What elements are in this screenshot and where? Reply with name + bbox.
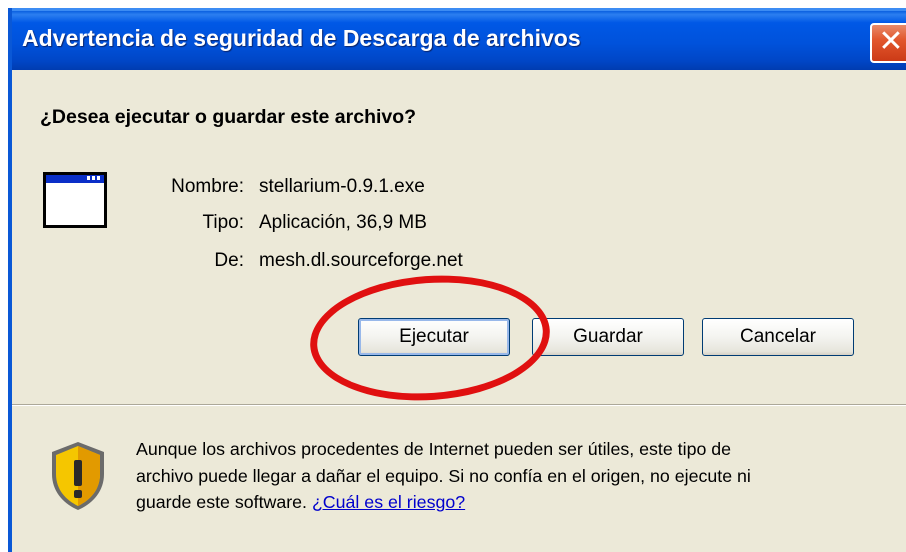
warning-section: Aunque los archivos procedentes de Inter…	[12, 406, 906, 552]
close-button[interactable]: ✕	[870, 23, 906, 63]
run-button[interactable]: Ejecutar	[358, 318, 510, 356]
security-shield-icon	[52, 442, 104, 510]
close-icon: ✕	[878, 24, 904, 59]
download-security-dialog: Advertencia de seguridad de Descarga de …	[8, 8, 906, 552]
type-value: Aplicación, 36,9 MB	[259, 212, 427, 233]
dialog-question: ¿Desea ejecutar o guardar este archivo?	[40, 106, 417, 128]
dialog-body: ¿Desea ejecutar o guardar este archivo? …	[12, 70, 906, 409]
warning-text: Aunque los archivos procedentes de Inter…	[136, 436, 786, 516]
title-bar[interactable]: Advertencia de seguridad de Descarga de …	[12, 8, 906, 70]
save-button[interactable]: Guardar	[532, 318, 684, 356]
from-value: mesh.dl.sourceforge.net	[259, 250, 463, 271]
type-label: Tipo:	[202, 212, 244, 233]
risk-link[interactable]: ¿Cuál es el riesgo?	[312, 492, 465, 512]
name-label: Nombre:	[171, 176, 244, 197]
cancel-button[interactable]: Cancelar	[702, 318, 854, 356]
name-value: stellarium-0.9.1.exe	[259, 176, 425, 197]
from-label: De:	[214, 250, 244, 271]
window-title: Advertencia de seguridad de Descarga de …	[22, 25, 581, 51]
